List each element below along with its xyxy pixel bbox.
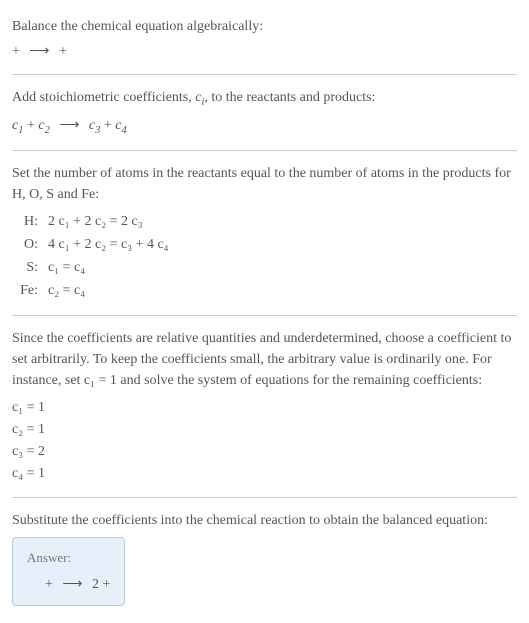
answer-equation: + ⟶ 2 + (27, 574, 110, 595)
intro-section: Balance the chemical equation algebraica… (12, 8, 517, 70)
coeff-row: c₄ = 1 (12, 463, 517, 484)
plus2: + (104, 118, 115, 133)
atoms-row: O: 4 c₁ + 2 c₂ = c₃ + 4 c₄ (12, 234, 517, 255)
arrow-icon: ⟶ (29, 41, 49, 62)
stoich-equation: c1 + c2 ⟶ c3 + c4 (12, 115, 517, 139)
coeff-row: c₁ = 1 (12, 397, 517, 418)
solve-section: Since the coefficients are relative quan… (12, 320, 517, 493)
stoich-after: , to the reactants and products: (204, 90, 375, 105)
atoms-label: O: (12, 234, 38, 255)
eq-space-right: + (59, 44, 67, 59)
atoms-eq: c₂ = c₄ (48, 280, 85, 301)
divider (12, 315, 517, 316)
atoms-label: Fe: (12, 280, 38, 301)
divider (12, 74, 517, 75)
divider (12, 150, 517, 151)
arrow-icon: ⟶ (62, 574, 82, 595)
atoms-intro: Set the number of atoms in the reactants… (12, 163, 517, 205)
answer-right: + (102, 577, 110, 592)
plus1: + (27, 118, 38, 133)
atoms-label: S: (12, 257, 38, 278)
coeff-row: c₂ = 1 (12, 419, 517, 440)
c2-sub: 2 (45, 124, 50, 135)
atoms-label: H: (12, 211, 38, 232)
atoms-eq: c₁ = c₄ (48, 257, 85, 278)
stoich-text: Add stoichiometric coefficients, ci, to … (12, 87, 517, 111)
divider (12, 497, 517, 498)
c1-sub: 1 (18, 124, 23, 135)
answer-label: Answer: (27, 548, 110, 568)
atoms-eq: 2 c₁ + 2 c₂ = 2 c₃ (48, 211, 143, 232)
stoich-before: Add stoichiometric coefficients, (12, 90, 195, 105)
coeff-row: c₃ = 2 (12, 441, 517, 462)
substitute-section: Substitute the coefficients into the che… (12, 502, 517, 614)
atoms-table: H: 2 c₁ + 2 c₂ = 2 c₃ O: 4 c₁ + 2 c₂ = c… (12, 211, 517, 301)
arrow-icon: ⟶ (59, 115, 79, 136)
atoms-section: Set the number of atoms in the reactants… (12, 155, 517, 311)
atoms-row: H: 2 c₁ + 2 c₂ = 2 c₃ (12, 211, 517, 232)
c3-sub: 3 (95, 124, 100, 135)
stoich-section: Add stoichiometric coefficients, ci, to … (12, 79, 517, 146)
atoms-row: S: c₁ = c₄ (12, 257, 517, 278)
answer-mid: 2 (92, 577, 103, 592)
c4-sub: 4 (122, 124, 127, 135)
atoms-row: Fe: c₂ = c₄ (12, 280, 517, 301)
answer-left: + (45, 577, 56, 592)
answer-box: Answer: + ⟶ 2 + (12, 537, 125, 606)
atoms-eq: 4 c₁ + 2 c₂ = c₃ + 4 c₄ (48, 234, 169, 255)
intro-text: Balance the chemical equation algebraica… (12, 16, 517, 37)
coeffs-list: c₁ = 1 c₂ = 1 c₃ = 2 c₄ = 1 (12, 397, 517, 484)
eq-space-left: + (12, 44, 23, 59)
solve-intro: Since the coefficients are relative quan… (12, 328, 517, 391)
substitute-intro: Substitute the coefficients into the che… (12, 510, 517, 531)
intro-equation: + ⟶ + (12, 41, 517, 62)
